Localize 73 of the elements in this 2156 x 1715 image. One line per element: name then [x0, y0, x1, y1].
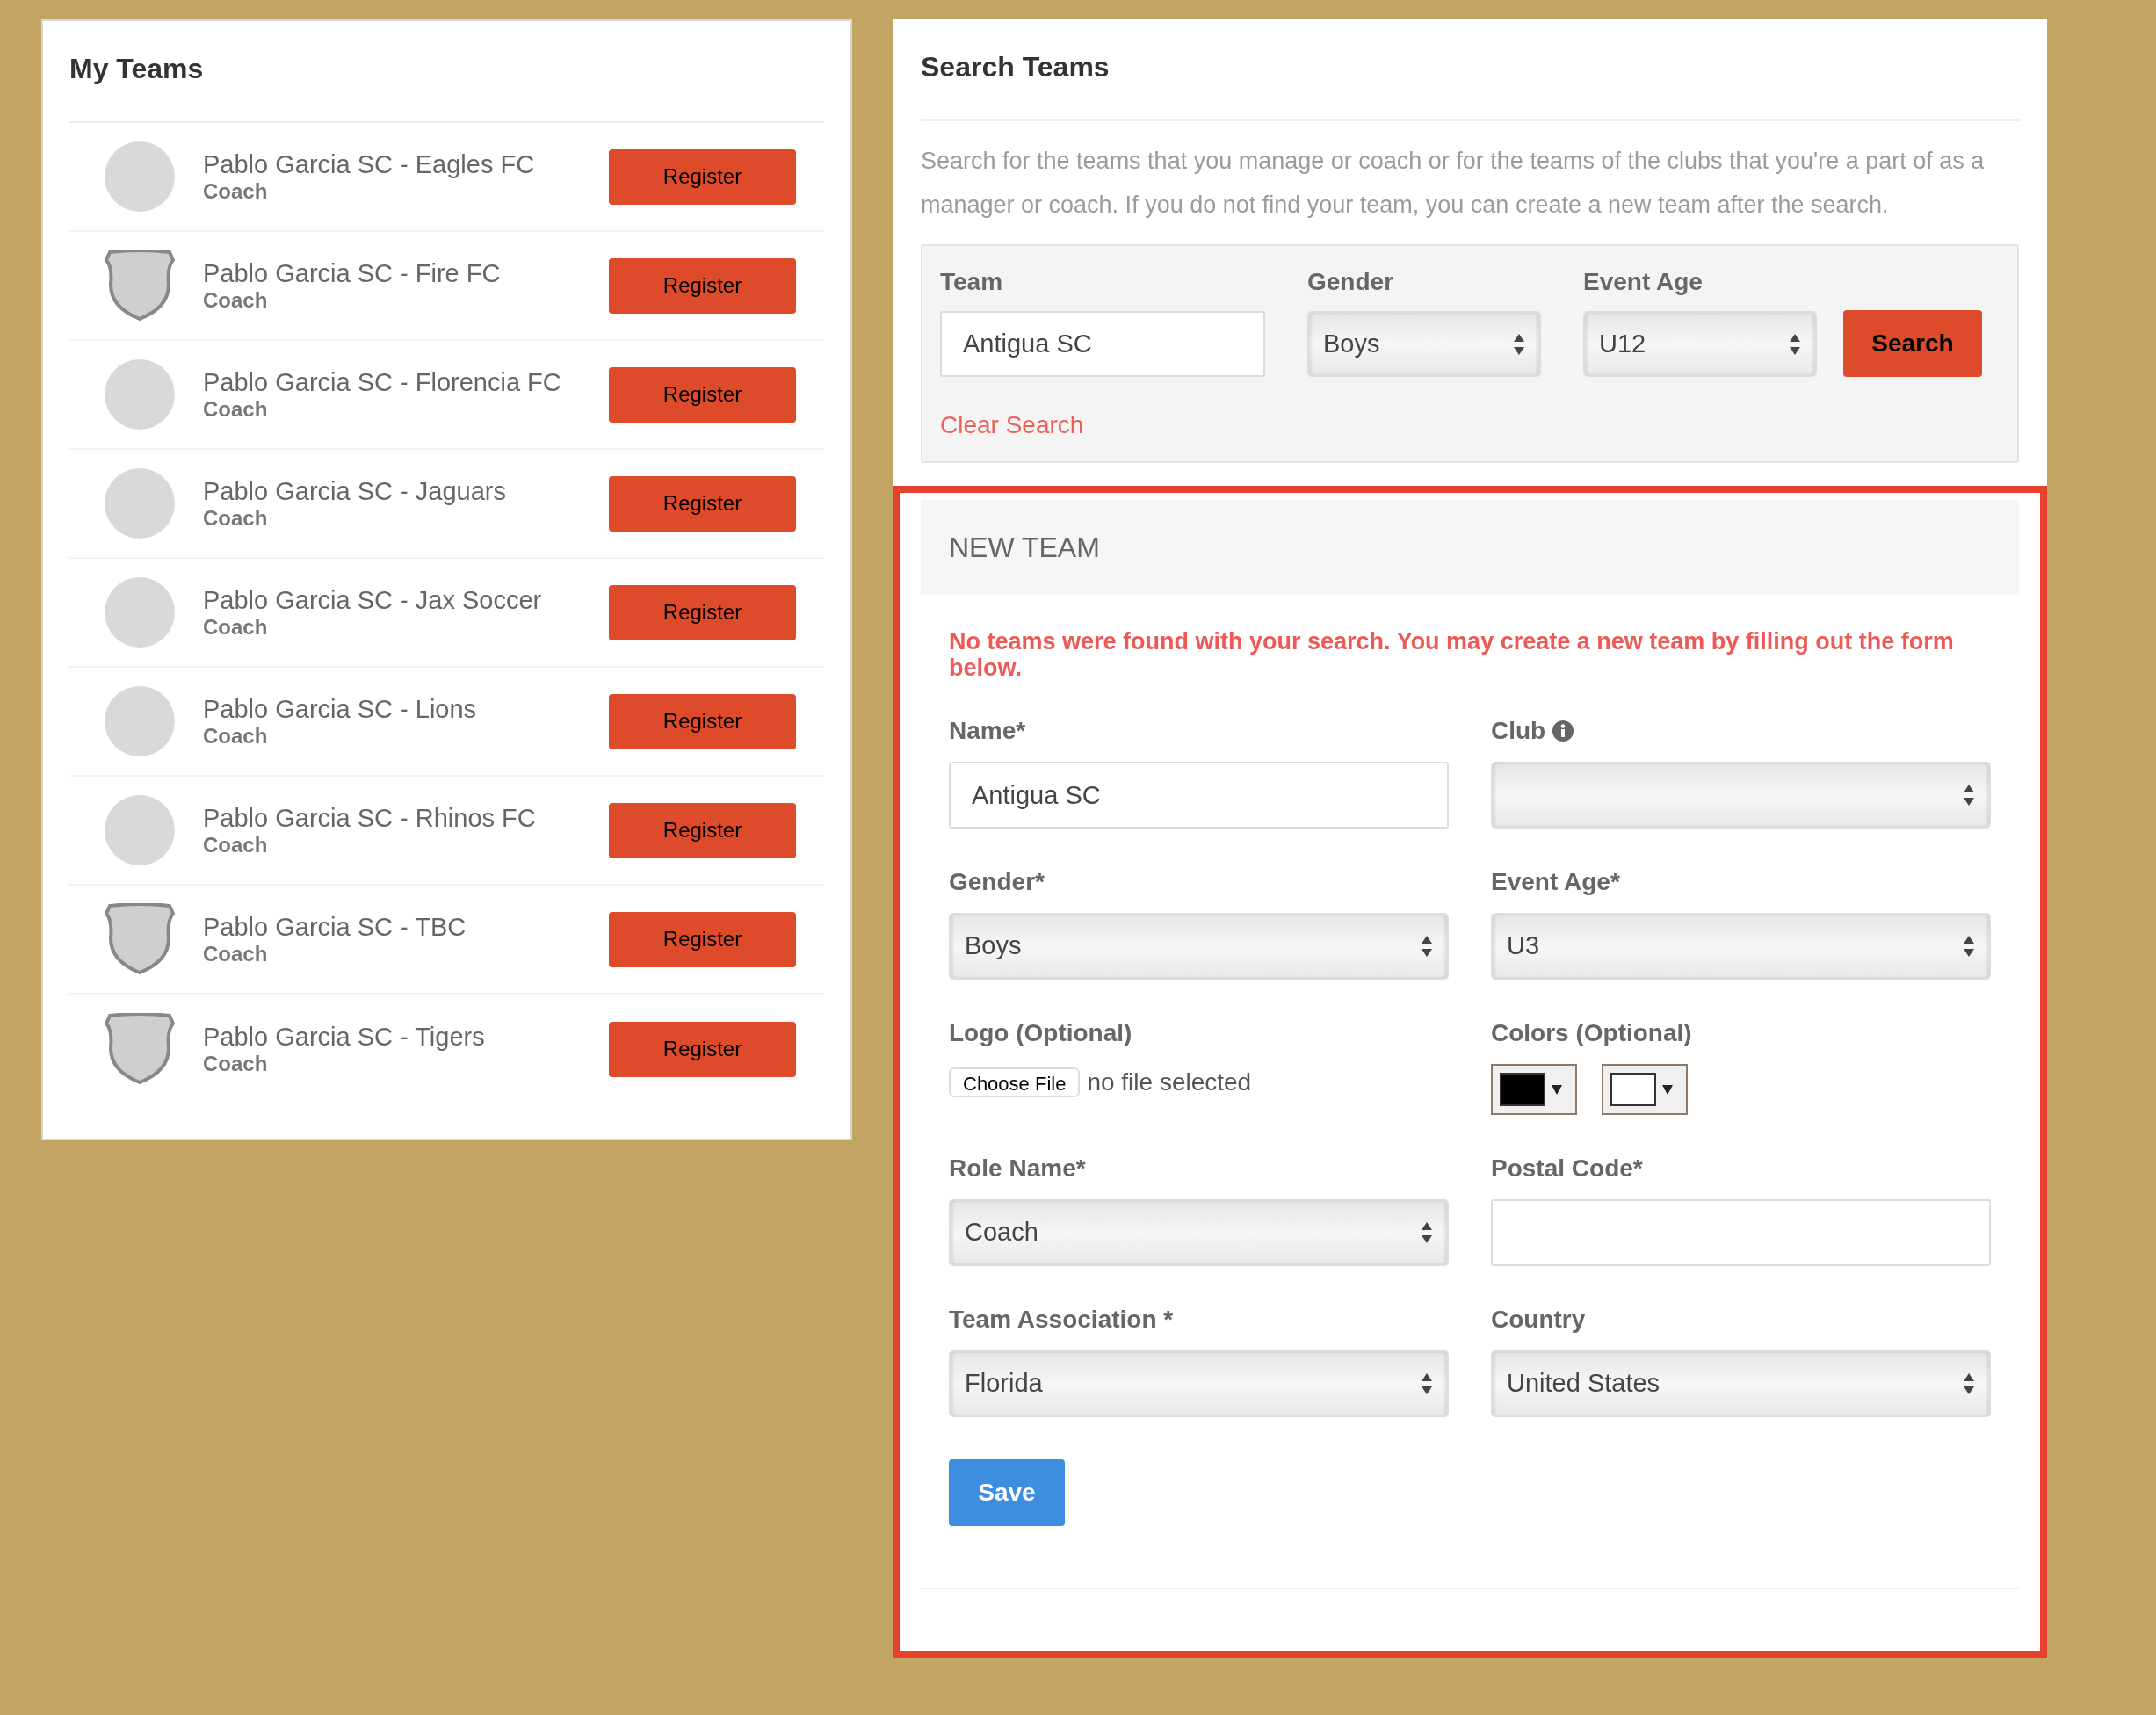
field-label: Colors (Optional): [1491, 1018, 1692, 1048]
register-button[interactable]: Register: [609, 584, 796, 640]
shield-icon: [105, 903, 175, 975]
caret-icon: [1661, 1083, 1674, 1096]
file-status: no file selected: [1087, 1067, 1252, 1097]
team-name: Pablo Garcia SC - TBC: [203, 912, 467, 942]
field-label: Team: [940, 267, 1004, 297]
field-label: Role Name*: [949, 1154, 1086, 1183]
shield-icon: [105, 250, 175, 322]
field-label: Event Age*: [1491, 867, 1620, 897]
team-role: Coach: [203, 397, 269, 422]
search-description: Search for the teams that you manage or coach or for the teams of the clubs that you're a part of as a manager or coach. If you do not find your team, you can create a new team after the search.: [921, 147, 1986, 220]
register-button[interactable]: Register: [609, 1021, 796, 1077]
select-dropdown[interactable]: United States: [1491, 1350, 1991, 1417]
select-dropdown[interactable]: Boys: [1307, 311, 1541, 377]
team-name: Pablo Garcia SC - Jax Soccer: [203, 585, 543, 615]
text-field[interactable]: Antigua SC: [940, 311, 1265, 377]
select-dropdown[interactable]: Florida: [949, 1350, 1449, 1417]
sort-arrows-icon: [1421, 1371, 1433, 1396]
select-dropdown[interactable]: U3: [1491, 913, 1991, 980]
color-picker[interactable]: [1491, 1064, 1577, 1115]
team-role: Coach: [203, 288, 269, 313]
team-name: Pablo Garcia SC - Eagles FC: [203, 149, 536, 179]
team-name: Pablo Garcia SC - Fire FC: [203, 258, 502, 288]
field-label: Club: [1491, 716, 1546, 746]
register-button[interactable]: Register: [609, 693, 796, 749]
save-button[interactable]: Save: [949, 1459, 1065, 1526]
field-label: Gender*: [949, 867, 1045, 897]
select-dropdown[interactable]: U12: [1583, 311, 1817, 377]
team-role: Coach: [203, 506, 269, 531]
sort-arrows-icon: [1963, 934, 1975, 959]
field-label: Team Association *: [949, 1305, 1174, 1335]
field-label: Postal Code*: [1491, 1154, 1643, 1183]
team-name: Pablo Garcia SC - Florencia FC: [203, 367, 562, 397]
team-role: Coach: [203, 179, 269, 204]
team-role: Coach: [203, 724, 269, 749]
register-button[interactable]: Register: [609, 366, 796, 423]
sort-arrows-icon: [1421, 1220, 1433, 1245]
caret-icon: [1551, 1083, 1563, 1096]
team-name: Pablo Garcia SC - Tigers: [203, 1022, 486, 1052]
team-role: Coach: [203, 1052, 269, 1076]
field-label: Event Age: [1583, 267, 1704, 297]
choose-file-button[interactable]: Choose File: [949, 1067, 1081, 1097]
field-label: Name*: [949, 716, 1026, 746]
team-role: Coach: [203, 942, 269, 966]
team-name: Pablo Garcia SC - Jaguars: [203, 476, 507, 506]
text-field[interactable]: Antigua SC: [949, 762, 1449, 829]
search-button[interactable]: Search: [1843, 310, 1982, 377]
register-button[interactable]: Register: [609, 911, 796, 967]
panel-title: Search Teams: [921, 46, 2019, 121]
sort-arrows-icon: [1963, 1371, 1975, 1396]
panel-title: My Teams: [69, 47, 824, 123]
color-picker[interactable]: [1602, 1064, 1688, 1115]
sort-arrows-icon: [1963, 783, 1975, 807]
no-results-message: No teams were found with your search. You may create a new team by filling out the form below.: [949, 628, 1955, 681]
team-name: Pablo Garcia SC - Lions: [203, 694, 478, 724]
select-dropdown[interactable]: Coach: [949, 1199, 1449, 1266]
clear-search-link[interactable]: Clear Search: [940, 407, 1084, 444]
register-button[interactable]: Register: [609, 148, 796, 205]
text-field[interactable]: [1491, 1199, 1991, 1266]
team-role: Coach: [203, 833, 269, 858]
team-name: Pablo Garcia SC - Rhinos FC: [203, 803, 537, 833]
register-button[interactable]: Register: [609, 257, 796, 314]
field-label: Logo (Optional): [949, 1018, 1132, 1048]
shield-icon: [105, 1013, 175, 1085]
register-button[interactable]: Register: [609, 802, 796, 858]
section-header: NEW TEAM: [921, 500, 2019, 595]
field-label: Gender: [1307, 267, 1395, 297]
team-role: Coach: [203, 615, 269, 640]
register-button[interactable]: Register: [609, 475, 796, 532]
field-label: Country: [1491, 1305, 1586, 1335]
select-dropdown[interactable]: Boys: [949, 913, 1449, 980]
sort-arrows-icon: [1421, 934, 1433, 959]
